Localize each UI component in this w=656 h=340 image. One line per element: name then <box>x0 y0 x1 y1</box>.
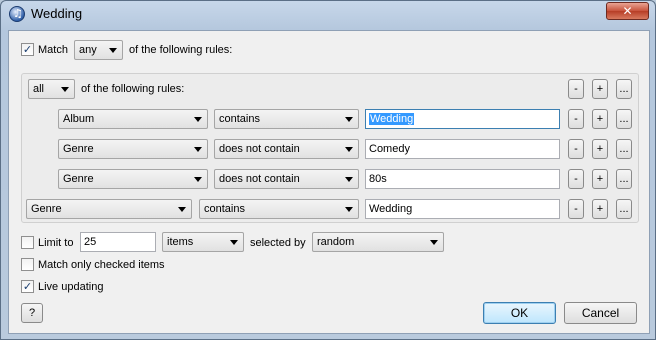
chevron-down-icon <box>109 48 117 53</box>
outer-rule-value-input[interactable]: Wedding <box>365 199 560 219</box>
group-add-button[interactable]: + <box>592 79 608 99</box>
rule-field-select[interactable]: Genre <box>58 169 208 189</box>
chevron-down-icon <box>345 117 353 122</box>
rule-more-button[interactable]: ... <box>616 169 632 189</box>
rule-field-value: Genre <box>63 143 94 155</box>
match-checkbox[interactable]: ✓ <box>21 43 34 56</box>
chevron-down-icon <box>61 87 69 92</box>
chevron-down-icon <box>345 147 353 152</box>
dialog-body: ✓ Match any of the following rules: all … <box>8 30 650 334</box>
help-button[interactable]: ? <box>21 303 43 323</box>
match-mode-value: any <box>79 44 97 56</box>
match-mode-select[interactable]: any <box>74 40 123 60</box>
rule-value-input[interactable]: Wedding <box>365 109 560 129</box>
limit-unit-select[interactable]: items <box>162 232 244 252</box>
rule-add-button[interactable]: + <box>592 139 608 159</box>
selected-by-label: selected by <box>250 237 306 249</box>
chevron-down-icon <box>178 207 186 212</box>
limit-checkbox[interactable] <box>21 236 34 249</box>
match-checked-label: Match only checked items <box>38 259 165 271</box>
group-suffix-label: of the following rules: <box>81 83 185 95</box>
chevron-down-icon <box>345 207 353 212</box>
limit-value-input[interactable]: 25 <box>80 232 156 252</box>
live-updating-label: Live updating <box>38 281 104 293</box>
rule-add-button[interactable]: + <box>592 169 608 189</box>
limit-label: Limit to <box>38 237 74 249</box>
rule-operator-select[interactable]: contains <box>214 109 359 129</box>
rule-value-input[interactable]: Comedy <box>365 139 560 159</box>
title-bar: ♫ Wedding ✕ <box>1 1 655 27</box>
rule-group: all of the following rules: - + ... Albu… <box>21 73 639 223</box>
match-checked-checkbox[interactable] <box>21 258 34 271</box>
outer-rule-more-button[interactable]: ... <box>616 199 632 219</box>
outer-rule-field-select[interactable]: Genre <box>26 199 192 219</box>
rule-remove-button[interactable]: - <box>568 139 584 159</box>
rule-more-button[interactable]: ... <box>616 139 632 159</box>
rule-operator-value: does not contain <box>219 143 300 155</box>
chevron-down-icon <box>194 177 202 182</box>
chevron-down-icon <box>430 240 438 245</box>
outer-rule-operator-select[interactable]: contains <box>199 199 359 219</box>
ok-button[interactable]: OK <box>483 302 556 324</box>
chevron-down-icon <box>345 177 353 182</box>
close-button[interactable]: ✕ <box>606 2 649 20</box>
outer-rule-add-button[interactable]: + <box>592 199 608 219</box>
limit-unit-value: items <box>167 236 194 248</box>
rule-value-input[interactable]: 80s <box>365 169 560 189</box>
outer-rule-operator-value: contains <box>204 203 245 215</box>
rule-operator-select[interactable]: does not contain <box>214 139 359 159</box>
selected-by-value: random <box>317 236 355 248</box>
smart-playlist-window: ♫ Wedding ✕ ✓ Match any of the following… <box>0 0 656 340</box>
itunes-app-icon: ♫ <box>9 6 25 22</box>
rule-value-selected-text: Wedding <box>369 113 415 125</box>
match-label: Match <box>38 44 68 56</box>
selected-by-select[interactable]: random <box>312 232 444 252</box>
window-title: Wedding <box>31 6 83 21</box>
rule-remove-button[interactable]: - <box>568 109 584 129</box>
group-more-button[interactable]: ... <box>616 79 632 99</box>
rule-remove-button[interactable]: - <box>568 169 584 189</box>
group-mode-value: all <box>33 83 45 95</box>
rule-field-value: Album <box>63 113 95 125</box>
rule-operator-select[interactable]: does not contain <box>214 169 359 189</box>
rule-more-button[interactable]: ... <box>616 109 632 129</box>
rule-field-value: Genre <box>63 173 94 185</box>
group-mode-select[interactable]: all <box>28 79 75 99</box>
rule-operator-value: does not contain <box>219 173 300 185</box>
match-suffix-label: of the following rules: <box>129 44 233 56</box>
outer-rule-remove-button[interactable]: - <box>568 199 584 219</box>
outer-rule-field-value: Genre <box>31 203 62 215</box>
live-updating-checkbox[interactable]: ✓ <box>21 280 34 293</box>
group-remove-button[interactable]: - <box>568 79 584 99</box>
rule-operator-value: contains <box>219 113 260 125</box>
chevron-down-icon <box>230 240 238 245</box>
rule-field-select[interactable]: Genre <box>58 139 208 159</box>
cancel-button[interactable]: Cancel <box>564 302 637 324</box>
chevron-down-icon <box>194 147 202 152</box>
rule-add-button[interactable]: + <box>592 109 608 129</box>
rule-field-select[interactable]: Album <box>58 109 208 129</box>
chevron-down-icon <box>194 117 202 122</box>
